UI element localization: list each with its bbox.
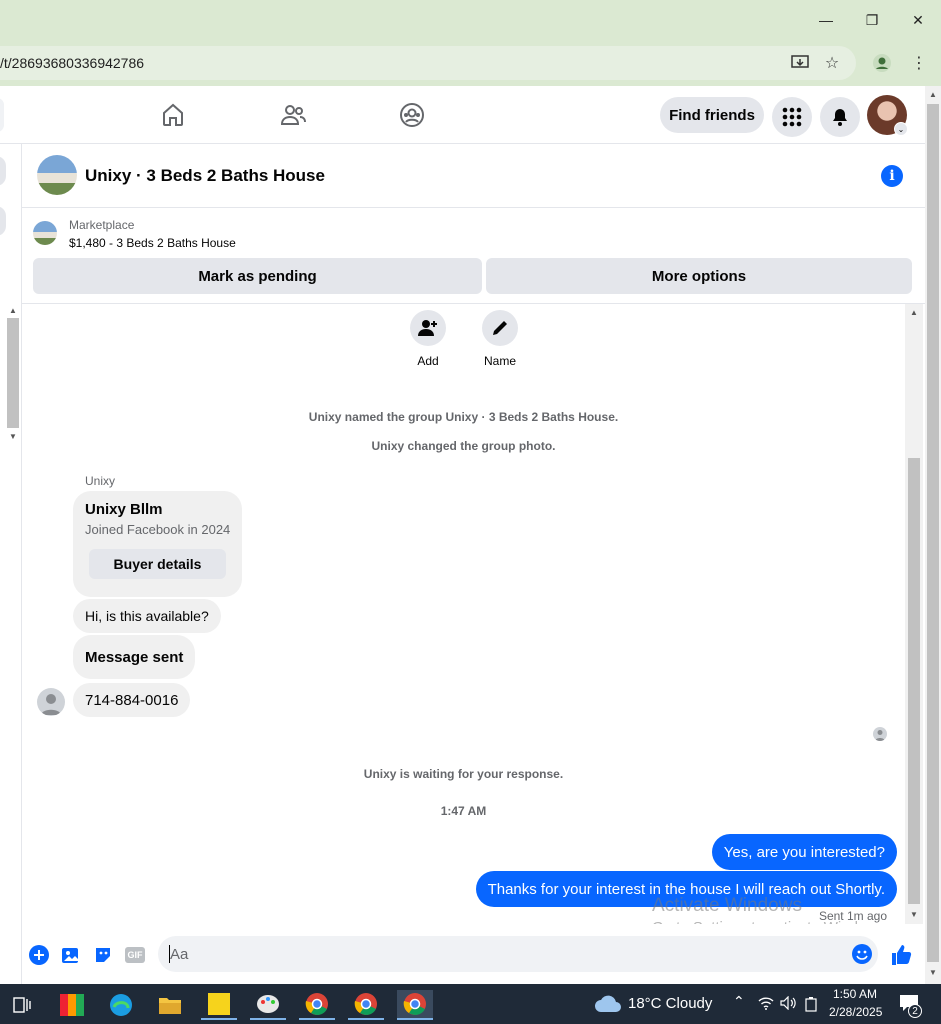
conversation-title[interactable]: Unixy · 3 Beds 2 Baths House — [85, 166, 325, 186]
sticky-notes-icon[interactable] — [201, 990, 237, 1020]
thread-scrollbar[interactable]: ▲ ▼ — [905, 304, 923, 924]
name-label: Name — [483, 354, 516, 368]
listing-thumbnail[interactable] — [33, 221, 57, 245]
photo-icon[interactable] — [60, 944, 82, 966]
paint-icon[interactable] — [250, 990, 286, 1020]
buyer-joined: Joined Facebook in 2024 — [85, 522, 231, 537]
sticky-tile — [208, 993, 230, 1015]
sticker-icon[interactable] — [92, 944, 114, 966]
outgoing-message[interactable]: Yes, are you interested? — [711, 834, 897, 870]
browser-menu-icon[interactable]: ⋮ — [909, 53, 929, 73]
chrome-profile-a-icon[interactable] — [299, 990, 335, 1020]
chrome-profile-b-icon[interactable] — [348, 990, 384, 1020]
gif-icon[interactable]: GIF — [124, 944, 146, 966]
install-app-icon[interactable] — [790, 53, 810, 73]
info-icon[interactable]: i — [881, 165, 903, 187]
minimize-button[interactable]: — — [803, 4, 849, 36]
add-person-icon[interactable] — [410, 310, 446, 346]
facebook-header: Find friends ⌄ — [0, 86, 925, 144]
scroll-down-arrow-icon[interactable]: ▼ — [7, 432, 19, 441]
task-view-icon[interactable] — [4, 990, 40, 1020]
sender-name: Unixy — [85, 474, 116, 488]
search-field-edge[interactable] — [0, 98, 4, 132]
gif-label: GIF — [125, 947, 145, 963]
mark-as-pending-button[interactable]: Mark as pending — [33, 258, 482, 294]
chevron-up-icon[interactable]: ⌃ — [733, 993, 745, 1010]
seen-indicator-avatar — [873, 727, 887, 741]
app-tile — [60, 994, 84, 1016]
group-photo[interactable] — [37, 155, 77, 195]
scroll-down-arrow-icon[interactable]: ▼ — [908, 910, 920, 919]
volume-icon[interactable] — [780, 995, 796, 1015]
notifications-bell-icon[interactable] — [820, 97, 860, 137]
windows-taskbar: 18°C Cloudy ⌃ 1:50 AM 2/28/2025 2 — [0, 984, 941, 1024]
window-titlebar: — ❐ ✕ — [0, 0, 941, 40]
page-scrollbar[interactable]: ▲ ▼ — [925, 86, 941, 984]
incoming-message[interactable]: Message sent — [73, 635, 196, 679]
url-field[interactable]: /t/28693680336942786 — [0, 46, 856, 80]
address-bar: /t/28693680336942786 ☆ ⋮ — [0, 40, 941, 86]
battery-plug-icon[interactable] — [804, 996, 818, 1017]
left-scrollbar[interactable]: ▲ ▼ — [6, 306, 20, 446]
marketplace-banner: Marketplace $1,480 - 3 Beds 2 Baths Hous… — [22, 208, 925, 304]
chat-list-item[interactable] — [0, 156, 6, 186]
find-friends-button[interactable]: Find friends — [660, 97, 764, 133]
clock-date[interactable]: 2/28/2025 — [829, 1005, 882, 1019]
message-composer: GIF Aa — [22, 924, 925, 984]
scroll-up-arrow-icon[interactable]: ▲ — [908, 308, 920, 317]
clock-time[interactable]: 1:50 AM — [833, 987, 877, 1001]
file-explorer-icon[interactable] — [152, 990, 188, 1020]
buyer-details-button[interactable]: Buyer details — [89, 549, 226, 579]
name-group-action[interactable]: Name — [470, 310, 530, 368]
wifi-icon[interactable] — [758, 996, 774, 1015]
home-icon[interactable] — [160, 102, 186, 128]
weather-text[interactable]: 18°C Cloudy — [628, 995, 712, 1012]
cloudy-weather-icon[interactable] — [594, 994, 622, 1019]
friends-icon[interactable] — [280, 102, 306, 128]
message-placeholder: Aa — [170, 946, 189, 963]
listing-title[interactable]: $1,480 - 3 Beds 2 Baths House — [69, 236, 236, 250]
url-text: /t/28693680336942786 — [0, 55, 145, 71]
restore-button[interactable]: ❐ — [849, 4, 895, 36]
buyer-name: Unixy Bllm — [85, 501, 163, 518]
edge-icon[interactable] — [103, 990, 139, 1020]
marketplace-label: Marketplace — [69, 218, 135, 232]
plus-circle-icon[interactable] — [28, 944, 50, 966]
profile-icon[interactable] — [872, 53, 892, 73]
system-message: Unixy named the group Unixy · 3 Beds 2 B… — [308, 410, 619, 424]
chat-list-item[interactable] — [0, 206, 6, 236]
emoji-icon[interactable] — [852, 944, 872, 969]
close-window-button[interactable]: ✕ — [895, 4, 941, 36]
thread-scroll-thumb[interactable] — [908, 458, 920, 904]
more-options-button[interactable]: More options — [486, 258, 912, 294]
groups-icon[interactable] — [399, 102, 425, 128]
incoming-message[interactable]: 714-884-0016 — [73, 683, 191, 717]
scroll-up-arrow-icon[interactable]: ▲ — [927, 90, 939, 99]
activate-windows-watermark: Activate Windows — [652, 895, 802, 916]
message-timestamp: 1:47 AM — [440, 804, 487, 818]
page-scroll-thumb[interactable] — [927, 104, 939, 962]
notification-count-badge: 2 — [908, 1004, 922, 1018]
sender-avatar[interactable] — [37, 688, 65, 716]
message-input[interactable]: Aa — [158, 936, 878, 972]
pencil-icon[interactable] — [482, 310, 518, 346]
incoming-message[interactable]: Hi, is this available? — [73, 599, 221, 633]
message-thread: Add Name Unixy named the group Unixy · 3… — [22, 304, 923, 924]
add-label: Add — [417, 354, 439, 368]
system-message: Unixy changed the group photo. — [371, 439, 556, 453]
bookmark-star-icon[interactable]: ☆ — [822, 53, 842, 73]
scroll-down-arrow-icon[interactable]: ▼ — [927, 968, 939, 977]
add-people-action[interactable]: Add — [398, 310, 458, 368]
account-chevron-down-icon[interactable]: ⌄ — [894, 122, 908, 136]
buyer-card: Unixy Bllm Joined Facebook in 2024 Buyer… — [73, 491, 242, 597]
scroll-up-arrow-icon[interactable]: ▲ — [7, 306, 19, 315]
menu-grid-icon[interactable] — [772, 97, 812, 137]
like-thumb-icon[interactable] — [890, 944, 912, 966]
left-scroll-thumb[interactable] — [7, 318, 19, 428]
chrome-active-icon[interactable] — [397, 990, 433, 1020]
conversation-header: Unixy · 3 Beds 2 Baths House i — [22, 144, 925, 208]
waiting-notice: Unixy is waiting for your response. — [363, 767, 564, 781]
app-icon-colorful[interactable] — [54, 990, 90, 1020]
chat-list-strip: ▲ ▼ — [0, 144, 22, 984]
